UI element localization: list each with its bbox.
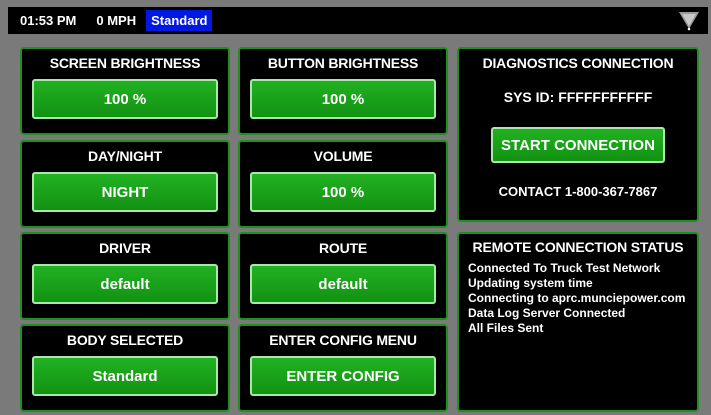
diagnostics-panel: DIAGNOSTICS CONNECTION SYS ID: FFFFFFFFF… [457, 47, 699, 222]
mode-badge: Standard [146, 10, 213, 31]
config-menu-panel: ENTER CONFIG MENU ENTER CONFIG [238, 324, 448, 412]
screen-brightness-panel: SCREEN BRIGHTNESS 100 % [20, 47, 230, 135]
volume-panel: VOLUME 100 % [238, 140, 448, 228]
contact-phone: CONTACT 1-800-367-7867 [498, 184, 658, 199]
remote-status-panel: REMOTE CONNECTION STATUS Connected To Tr… [457, 232, 699, 412]
body-selected-button[interactable]: Standard [32, 356, 218, 396]
panel-title: DRIVER [99, 240, 151, 256]
status-line: All Files Sent [468, 321, 544, 335]
panel-title: ROUTE [318, 240, 367, 256]
button-brightness-panel: BUTTON BRIGHTNESS 100 % [238, 47, 448, 135]
day-night-button[interactable]: NIGHT [32, 172, 218, 212]
status-line: Connecting to aprc.munciepower.com [468, 291, 686, 305]
clock: 01:53 PM [20, 13, 77, 28]
day-night-panel: DAY/NIGHT NIGHT [20, 140, 230, 228]
status-line: Updating system time [468, 276, 593, 290]
panel-title: DAY/NIGHT [88, 148, 162, 164]
button-brightness-button[interactable]: 100 % [250, 79, 436, 119]
panel-title: SCREEN BRIGHTNESS [49, 55, 201, 71]
screen-brightness-button[interactable]: 100 % [32, 79, 218, 119]
enter-config-button[interactable]: ENTER CONFIG [250, 356, 436, 396]
sys-id: SYS ID: FFFFFFFFFFF [503, 89, 653, 105]
panel-title: BODY SELECTED [66, 332, 184, 348]
start-connection-button[interactable]: START CONNECTION [491, 127, 665, 163]
panel-title: VOLUME [313, 148, 373, 164]
speed-readout: 0 MPH [96, 13, 137, 28]
triangle-down-icon[interactable] [678, 10, 700, 32]
panel-title: ENTER CONFIG MENU [269, 332, 417, 348]
route-panel: ROUTE default [238, 232, 448, 320]
route-button[interactable]: default [250, 264, 436, 304]
driver-button[interactable]: default [32, 264, 218, 304]
panel-title: BUTTON BRIGHTNESS [267, 55, 419, 71]
panel-title: DIAGNOSTICS CONNECTION [482, 55, 674, 71]
driver-panel: DRIVER default [20, 232, 230, 320]
status-log: Connected To Truck Test Network Updating… [468, 261, 697, 336]
status-bar: 01:53 PM 0 MPH Standard [8, 7, 708, 34]
status-line: Data Log Server Connected [468, 306, 626, 320]
volume-button[interactable]: 100 % [250, 172, 436, 212]
body-selected-panel: BODY SELECTED Standard [20, 324, 230, 412]
status-line: Connected To Truck Test Network [468, 261, 661, 275]
panel-title: REMOTE CONNECTION STATUS [472, 239, 684, 255]
